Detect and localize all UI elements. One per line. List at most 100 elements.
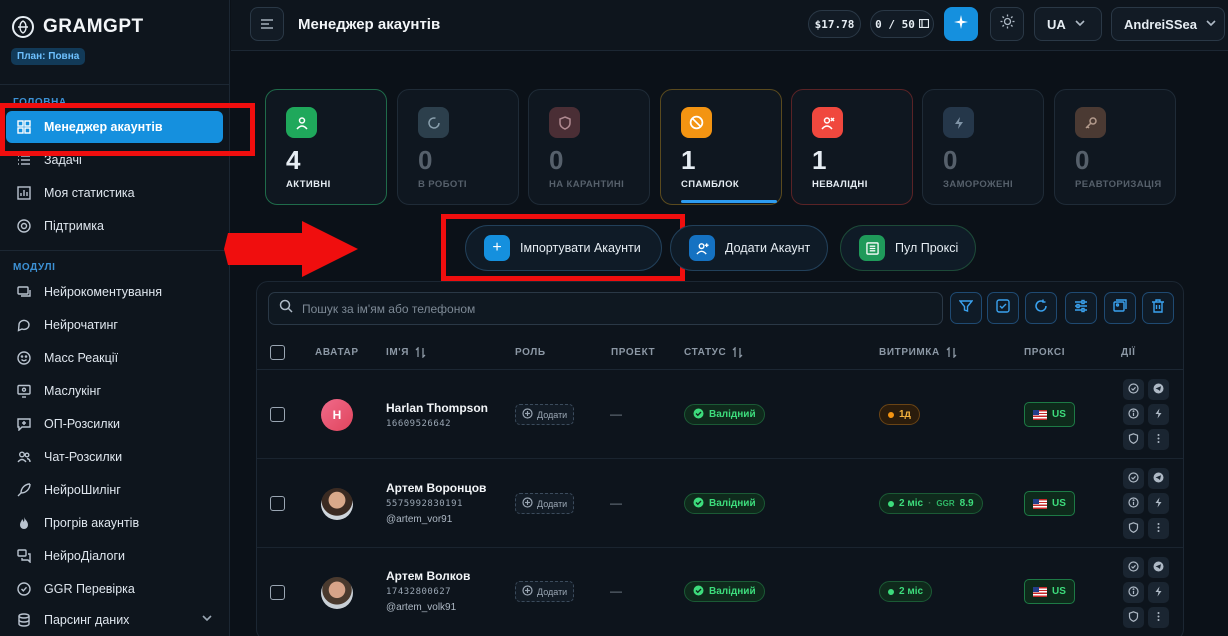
sidebar-item-neurodialogs[interactable]: НейроДіалоги <box>6 540 223 572</box>
stat-label: СПАМБЛОК <box>681 179 740 190</box>
row-checkbox[interactable] <box>270 585 285 600</box>
telegram-button[interactable] <box>1148 557 1169 578</box>
stat-card-active[interactable]: 4 АКТИВНІ <box>265 89 387 205</box>
verify-button[interactable] <box>1123 557 1144 578</box>
add-role-button[interactable]: Додати <box>515 493 575 514</box>
menu-toggle-button[interactable] <box>250 7 284 41</box>
table-row[interactable]: Артем Воронцов 5575992830191 @artem_vor9… <box>257 460 1183 548</box>
proxy-badge[interactable]: US <box>1024 579 1075 604</box>
filter-button[interactable] <box>950 292 982 324</box>
stat-card-in-work[interactable]: 0 В РОБОТІ <box>397 89 519 205</box>
freeze-button[interactable] <box>1148 493 1169 514</box>
freeze-button[interactable] <box>1148 404 1169 425</box>
stat-value: 0 <box>549 145 564 175</box>
verify-button[interactable] <box>1123 468 1144 489</box>
select-all-button[interactable] <box>987 292 1019 324</box>
add-account-button[interactable]: Додати Акаунт <box>670 225 828 271</box>
quota-badge[interactable]: 0 / 50 <box>870 10 934 38</box>
sidebar-item-label: Масс Реакції <box>44 351 119 365</box>
sidebar-item-data-parsing[interactable]: Парсинг даних <box>6 604 223 636</box>
sidebar-item-warmup[interactable]: Прогрів акаунтів <box>6 507 223 539</box>
shield-icon <box>1128 520 1139 538</box>
sidebar-item-support[interactable]: Підтримка <box>6 210 223 242</box>
shield-icon <box>1128 431 1139 449</box>
table-row[interactable]: H Harlan Thompson 16609526642 Додати — В… <box>257 371 1183 459</box>
sidebar-item-neurocomments[interactable]: Нейрокоментування <box>6 276 223 308</box>
logo[interactable]: GRAMGPT <box>12 16 144 38</box>
proxy-badge[interactable]: US <box>1024 402 1075 427</box>
theme-toggle-button[interactable] <box>990 7 1024 41</box>
stat-card-spamblock[interactable]: 1 СПАМБЛОК <box>660 89 782 205</box>
search-input[interactable] <box>302 301 902 316</box>
active-underline <box>681 200 777 203</box>
delete-button[interactable] <box>1142 292 1174 324</box>
sidebar-item-statistics[interactable]: Моя статистика <box>6 177 223 209</box>
more-button[interactable] <box>1148 429 1169 450</box>
user-menu[interactable]: AndreiSSea <box>1111 7 1225 41</box>
telegram-button[interactable] <box>1148 379 1169 400</box>
sidebar-item-neurochat[interactable]: Нейрочатинг <box>6 309 223 341</box>
info-button[interactable] <box>1123 582 1144 603</box>
stat-value: 1 <box>812 145 827 175</box>
stat-card-frozen[interactable]: 0 ЗАМОРОЖЕНІ <box>922 89 1044 205</box>
quarantine-button[interactable] <box>1123 518 1144 539</box>
telegram-icon <box>1153 381 1164 399</box>
account-name: Harlan Thompson <box>386 401 489 415</box>
message-plus-icon <box>16 416 32 432</box>
import-accounts-button[interactable]: + Імпортувати Акаунти <box>465 225 662 271</box>
user-x-icon <box>812 107 843 138</box>
key-icon <box>1075 107 1106 138</box>
sidebar-item-label: ОП-Розсилки <box>44 417 121 431</box>
sidebar-item-label: Парсинг даних <box>44 613 130 627</box>
proxy-pool-button[interactable]: Пул Проксі <box>840 225 976 271</box>
sidebar-item-masslooking[interactable]: Маслукінг <box>6 375 223 407</box>
language-value: UA <box>1047 16 1066 32</box>
status-label: Валідний <box>709 586 756 597</box>
quota-value: 0 / 50 <box>875 17 915 31</box>
row-checkbox[interactable] <box>270 407 285 422</box>
user-plus-icon <box>689 235 715 261</box>
ai-sparkle-button[interactable] <box>944 7 978 41</box>
role-label: Додати <box>537 409 568 420</box>
quarantine-button[interactable] <box>1123 607 1144 628</box>
account-username: @artem_vor91 <box>386 514 453 525</box>
column-name[interactable]: ІМ'Я <box>386 346 426 361</box>
sidebar-item-label: Підтримка <box>44 219 105 233</box>
settings-sliders-button[interactable] <box>1065 292 1097 324</box>
info-icon <box>1128 584 1139 602</box>
stat-card-invalid[interactable]: 1 НЕВАЛІДНІ <box>791 89 913 205</box>
role-label: Додати <box>537 498 568 509</box>
smile-icon <box>16 350 32 366</box>
language-select[interactable]: UA <box>1034 7 1102 41</box>
row-checkbox[interactable] <box>270 496 285 511</box>
add-role-button[interactable]: Додати <box>515 404 575 425</box>
photos-button[interactable] <box>1104 292 1136 324</box>
column-vitrymka[interactable]: ВИТРИМКА <box>879 346 957 361</box>
quarantine-button[interactable] <box>1123 429 1144 450</box>
sidebar-item-op-mailing[interactable]: ОП-Розсилки <box>6 408 223 440</box>
refresh-button[interactable] <box>1025 292 1057 324</box>
list-icon <box>918 18 929 31</box>
verify-button[interactable] <box>1123 379 1144 400</box>
freeze-button[interactable] <box>1148 582 1169 603</box>
more-button[interactable] <box>1148 518 1169 539</box>
telegram-button[interactable] <box>1148 468 1169 489</box>
stat-card-reauthorization[interactable]: 0 РЕАВТОРИЗАЦІЯ <box>1054 89 1176 205</box>
table-row[interactable]: Артем Волков 17432800627 @artem_volk91 Д… <box>257 549 1183 636</box>
more-button[interactable] <box>1148 607 1169 628</box>
sidebar-item-ggr-check[interactable]: GGR Перевірка <box>6 573 223 605</box>
balance-badge[interactable]: $17.78 <box>808 10 861 38</box>
info-button[interactable] <box>1123 493 1144 514</box>
select-all-checkbox[interactable] <box>270 345 285 360</box>
search-box[interactable] <box>268 292 943 325</box>
sidebar-item-label: Нейрокоментування <box>44 285 163 299</box>
sidebar-item-chat-mailing[interactable]: Чат-Розсилки <box>6 441 223 473</box>
proxy-badge[interactable]: US <box>1024 491 1075 516</box>
sidebar-item-mass-reactions[interactable]: Масс Реакції <box>6 342 223 374</box>
column-status[interactable]: СТАТУС <box>684 346 743 361</box>
plus-icon: + <box>484 235 510 261</box>
sidebar-item-neuroshilling[interactable]: НейроШилінг <box>6 474 223 506</box>
add-role-button[interactable]: Додати <box>515 581 575 602</box>
stat-card-quarantine[interactable]: 0 НА КАРАНТИНІ <box>528 89 650 205</box>
info-button[interactable] <box>1123 404 1144 425</box>
